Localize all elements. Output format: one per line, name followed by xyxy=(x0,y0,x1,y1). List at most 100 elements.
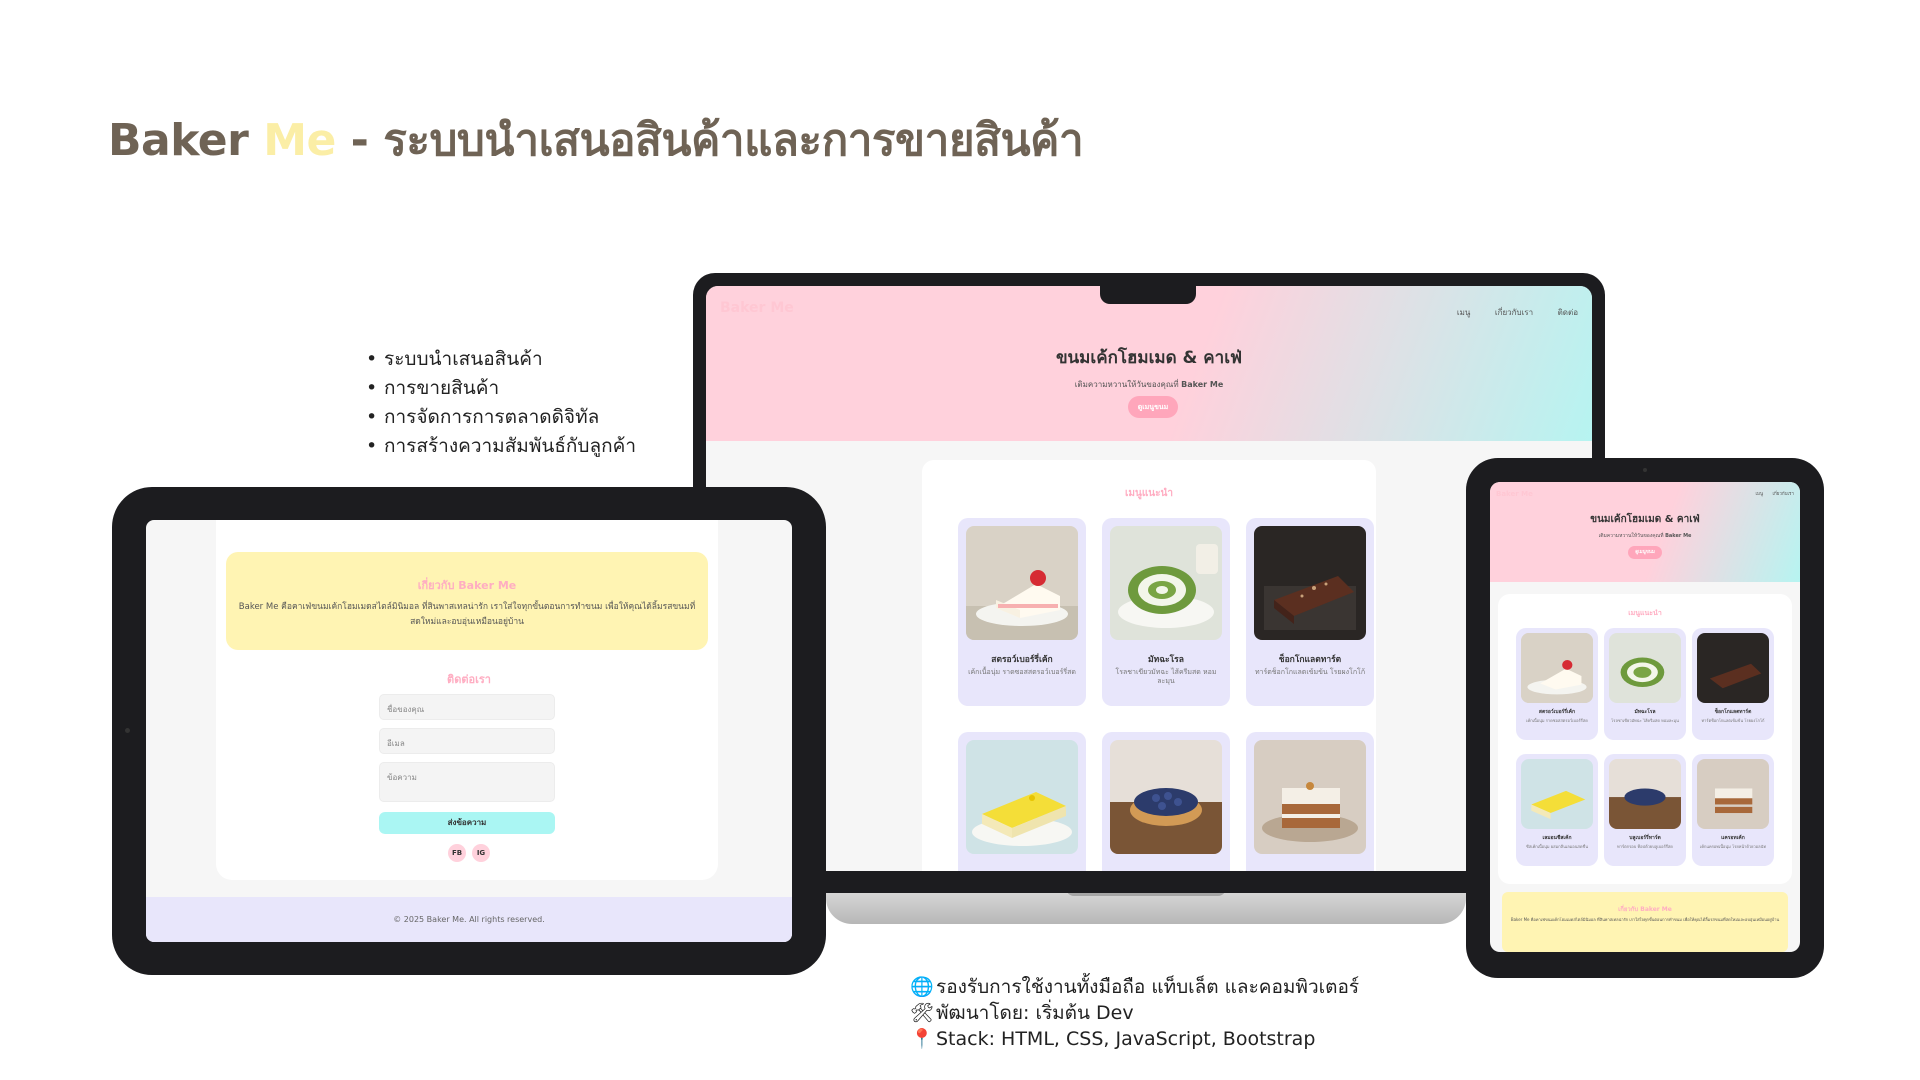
lemon-cheesecake-image xyxy=(1521,759,1593,829)
credit-line: 📍 Stack: HTML, CSS, JavaScript, Bootstrap xyxy=(910,1026,1359,1052)
product-name: บลูเบอร์รี่ทาร์ต xyxy=(1629,835,1661,841)
product-card[interactable]: ช็อกโกแลตทาร์ต ทาร์ตช็อกโกแลตเข้มข้น โรย… xyxy=(1246,518,1374,706)
product-card[interactable]: มัทฉะโรล โรลชาเขียวมัทฉะ ไส้ครีมสด หอมละ… xyxy=(1604,628,1686,740)
feature-item: ระบบนำเสนอสินค้า xyxy=(366,345,636,374)
product-card[interactable]: บลูเบอร์รี่ทาร์ต ทาร์ตกรอบ ท็อปด้วยบลูเบ… xyxy=(1604,754,1686,866)
tablet-left-screen: เกี่ยวกับ Baker Me Baker Me คือคาเฟ่ขนมเ… xyxy=(146,520,792,942)
menu-section-title: เมนูแนะนำ xyxy=(1125,488,1173,499)
view-menu-button[interactable]: ดูเมนูขนม xyxy=(1128,396,1178,418)
send-message-button[interactable]: ส่งข้อความ xyxy=(379,812,555,834)
strawberry-cake-image xyxy=(966,526,1078,640)
feature-list: ระบบนำเสนอสินค้า การขายสินค้า การจัดการก… xyxy=(366,345,636,461)
hero-subtitle-text: เติมความหวานให้วันของคุณที่ xyxy=(1598,533,1666,539)
facebook-button[interactable]: FB xyxy=(448,844,466,862)
product-card[interactable] xyxy=(1102,732,1230,871)
site-logo[interactable]: Baker Me xyxy=(1496,490,1533,498)
site-footer: © 2025 Baker Me. All rights reserved. xyxy=(146,897,792,942)
title-brand-baker: Baker xyxy=(108,115,249,166)
product-name: ช็อกโกแลตทาร์ต xyxy=(1278,655,1342,665)
product-desc: โรลชาเขียวมัทฉะ ไส้ครีมสด หอมละมุน xyxy=(1611,718,1679,723)
credit-text: รองรับการใช้งานทั้งมือถือ แท็บเล็ต และคอ… xyxy=(936,976,1360,998)
strawberry-cake-image xyxy=(1521,633,1593,703)
hero-section: Baker Me เมนู เกี่ยวกับเรา ขนมเค้กโฮมเมด… xyxy=(1490,482,1800,582)
hero-title: ขนมเค้กโฮมเมด & คาเฟ่ xyxy=(1055,348,1243,368)
about-title: เกี่ยวกับ Baker Me xyxy=(1618,906,1672,913)
page-title: Baker Me - ระบบนำเสนอสินค้าและการขายสินค… xyxy=(108,105,1084,175)
laptop-notch xyxy=(1100,284,1196,304)
tablet-right-screen: Baker Me เมนู เกี่ยวกับเรา ขนมเค้กโฮมเมด… xyxy=(1490,482,1800,952)
hero-title: ขนมเค้กโฮมเมด & คาเฟ่ xyxy=(1590,514,1700,525)
carrot-cake-image xyxy=(1697,759,1769,829)
view-menu-button[interactable]: ดูเมนูขนม xyxy=(1628,546,1662,559)
product-desc: เค้กเนื้อนุ่ม ราดซอสสตรอว์เบอร์รี่สด xyxy=(968,668,1076,676)
lemon-cheesecake-image xyxy=(966,740,1078,854)
product-card[interactable] xyxy=(958,732,1086,871)
product-name: ช็อกโกแลตทาร์ต xyxy=(1714,709,1752,715)
tablet-left-camera xyxy=(125,728,130,733)
matcha-roll-image xyxy=(1110,526,1222,640)
feature-item: การสร้างความสัมพันธ์กับลูกค้า xyxy=(366,432,636,461)
product-name: แครอทเค้ก xyxy=(1721,835,1745,841)
feature-item: การขายสินค้า xyxy=(366,374,636,403)
nav-link-menu[interactable]: เมนู xyxy=(1755,492,1763,497)
product-card[interactable]: สตรอว์เบอร์รี่เค้ก เค้กเนื้อนุ่ม ราดซอสส… xyxy=(1516,628,1598,740)
hero-subtitle-brand: Baker Me xyxy=(1181,380,1224,389)
product-name: สตรอว์เบอร์รี่เค้ก xyxy=(1538,709,1576,715)
title-rest: - ระบบนำเสนอสินค้าและการขายสินค้า xyxy=(335,115,1084,166)
hero-subtitle-brand: Baker Me xyxy=(1665,533,1692,539)
credit-line: 🛠พัฒนาโดย: เริ่มต้น Dev xyxy=(910,1000,1359,1026)
contact-name-field[interactable]: ชื่อของคุณ xyxy=(379,694,555,720)
credits: 🌐 รองรับการใช้งานทั้งมือถือ แท็บเล็ต และค… xyxy=(910,974,1359,1052)
hero-subtitle: เติมความหวานให้วันของคุณที่ Baker Me xyxy=(1490,532,1800,540)
credit-text: Stack: HTML, CSS, JavaScript, Bootstrap xyxy=(936,1028,1316,1050)
carrot-cake-image xyxy=(1254,740,1366,854)
menu-section: เมนูแนะนำ สตรอว์เบอร์รี่เค้ก เค้กเนื้อนุ… xyxy=(922,460,1376,871)
product-name: เลมอนชีสเค้ก xyxy=(1542,835,1572,841)
blueberry-tart-image xyxy=(1110,740,1222,854)
matcha-roll-image xyxy=(1609,633,1681,703)
about-section: เกี่ยวกับ Baker Me Baker Me คือคาเฟ่ขนมเ… xyxy=(1502,892,1788,952)
tools-icon: 🛠 xyxy=(910,1002,935,1024)
product-desc: ชีสเค้กเนื้อนุ่ม ผสมกลิ่นเลมอนสดชื่น xyxy=(1526,844,1588,849)
product-desc: ทาร์ตช็อกโกแลตเข้มข้น โรยผงโกโก้ xyxy=(1701,718,1765,723)
hero-section: Baker Me เมนู เกี่ยวกับเรา ติดต่อ ขนมเค้… xyxy=(706,286,1592,441)
product-name: มัทฉะโรล xyxy=(1148,655,1184,665)
tablet-right-camera xyxy=(1643,468,1647,472)
about-text: Baker Me คือคาเฟ่ขนมเค้กโฮมเมดสไตล์มินิม… xyxy=(238,602,696,627)
about-title: เกี่ยวกับ Baker Me xyxy=(417,579,517,592)
credit-text: พัฒนาโดย: เริ่มต้น Dev xyxy=(936,1002,1134,1024)
site-nav: เมนู เกี่ยวกับเรา ติดต่อ xyxy=(1435,306,1578,319)
chocolate-tart-image xyxy=(1697,633,1769,703)
hero-subtitle-text: เติมความหวานให้วันของคุณที่ xyxy=(1074,380,1182,389)
product-name: สตรอว์เบอร์รี่เค้ก xyxy=(991,655,1053,665)
product-desc: โรลชาเขียวมัทฉะ ไส้ครีมสด หอมละมุน xyxy=(1115,668,1217,686)
contact-message-field[interactable]: ข้อความ xyxy=(379,762,555,802)
contact-email-field[interactable]: อีเมล xyxy=(379,728,555,754)
product-name: มัทฉะโรล xyxy=(1634,709,1656,715)
credit-line: 🌐 รองรับการใช้งานทั้งมือถือ แท็บเล็ต และค… xyxy=(910,974,1359,1000)
about-section: เกี่ยวกับ Baker Me Baker Me คือคาเฟ่ขนมเ… xyxy=(226,552,708,650)
about-text: Baker Me คือคาเฟ่ขนมเค้กโฮมเมดสไตล์มินิม… xyxy=(1510,917,1780,922)
nav-link-contact[interactable]: ติดต่อ xyxy=(1558,308,1578,317)
globe-icon: 🌐 xyxy=(910,976,934,998)
site-nav: เมนู เกี่ยวกับเรา xyxy=(1747,490,1794,497)
menu-section-title: เมนูแนะนำ xyxy=(1628,609,1662,617)
product-desc: เค้กเนื้อนุ่ม ราดซอสสตรอว์เบอร์รี่สด xyxy=(1526,718,1588,723)
product-card[interactable]: มัทฉะโรล โรลชาเขียวมัทฉะ ไส้ครีมสด หอมละ… xyxy=(1102,518,1230,706)
nav-link-about[interactable]: เกี่ยวกับเรา xyxy=(1495,308,1533,317)
nav-link-menu[interactable]: เมนู xyxy=(1457,308,1470,317)
product-card[interactable] xyxy=(1246,732,1374,871)
laptop-screen: Baker Me เมนู เกี่ยวกับเรา ติดต่อ ขนมเค้… xyxy=(706,286,1592,871)
product-card[interactable]: แครอทเค้ก เค้กแครอทเนื้อนุ่ม โรยหน้าด้วย… xyxy=(1692,754,1774,866)
pin-icon: 📍 xyxy=(910,1028,934,1050)
blueberry-tart-image xyxy=(1609,759,1681,829)
product-card[interactable]: เลมอนชีสเค้ก ชีสเค้กเนื้อนุ่ม ผสมกลิ่นเล… xyxy=(1516,754,1598,866)
product-desc: เค้กแครอทเนื้อนุ่ม โรยหน้าด้วยวอลนัท xyxy=(1700,844,1766,849)
product-card[interactable]: ช็อกโกแลตทาร์ต ทาร์ตช็อกโกแลตเข้มข้น โรย… xyxy=(1692,628,1774,740)
site-logo[interactable]: Baker Me xyxy=(720,300,794,316)
menu-section: เมนูแนะนำ สตรอว์เบอร์รี่เค้ก เค้กเนื้อนุ… xyxy=(1498,594,1792,884)
nav-link-about[interactable]: เกี่ยวกับเรา xyxy=(1773,492,1795,497)
feature-item: การจัดการการตลาดดิจิทัล xyxy=(366,403,636,432)
instagram-button[interactable]: IG xyxy=(472,844,490,862)
product-card[interactable]: สตรอว์เบอร์รี่เค้ก เค้กเนื้อนุ่ม ราดซอสส… xyxy=(958,518,1086,706)
